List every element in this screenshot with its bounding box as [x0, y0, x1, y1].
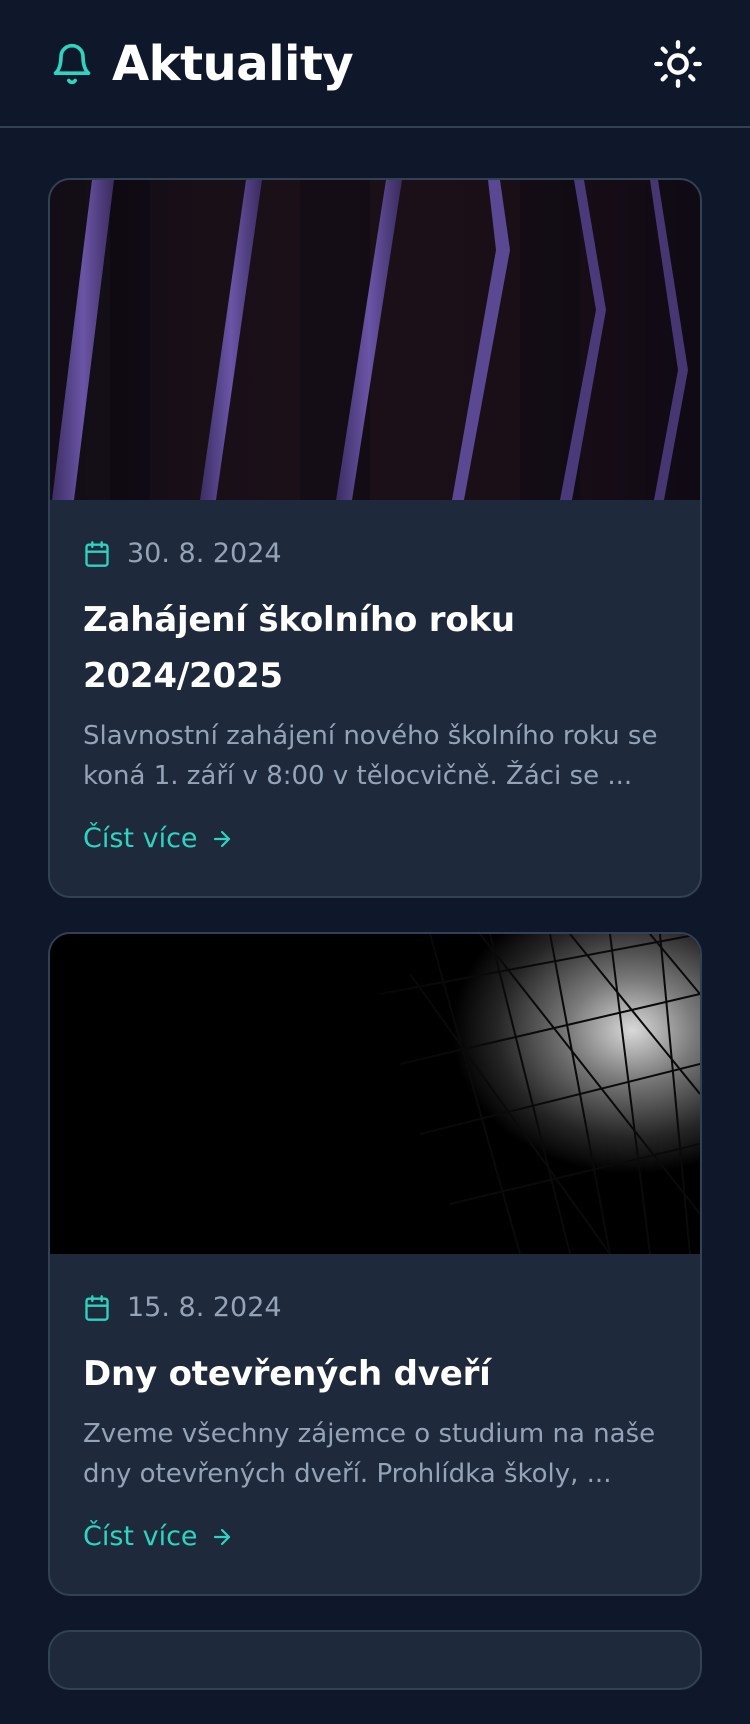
- news-excerpt: Slavnostní zahájení nového školního roku…: [83, 721, 658, 791]
- news-card[interactable]: 15. 8. 2024 Dny otevřených dveří Zveme v…: [48, 932, 702, 1596]
- read-more-link[interactable]: Číst více: [83, 1516, 234, 1558]
- arrow-right-icon: [213, 1528, 230, 1546]
- calendar-icon: [85, 541, 109, 567]
- news-card[interactable]: 30. 8. 2024 Zahájení školního roku 2024/…: [48, 178, 702, 898]
- news-card-body: 15. 8. 2024 Dny otevřených dveří Zveme v…: [50, 1254, 700, 1594]
- news-feed: 30. 8. 2024 Zahájení školního roku 2024/…: [48, 178, 702, 1724]
- news-card[interactable]: [48, 1630, 702, 1690]
- news-title[interactable]: Dny otevřených dveří: [83, 1346, 667, 1402]
- news-date: 30. 8. 2024: [127, 538, 282, 569]
- app-header: Aktuality: [0, 0, 750, 128]
- bell-icon: [53, 43, 91, 85]
- date-row: 15. 8. 2024: [83, 1288, 667, 1328]
- news-title[interactable]: Zahájení školního roku 2024/2025: [83, 592, 667, 704]
- news-image[interactable]: [50, 934, 700, 1254]
- news-date: 15. 8. 2024: [127, 1292, 282, 1323]
- theme-toggle-button[interactable]: [652, 38, 704, 90]
- calendar-icon: [85, 1295, 109, 1321]
- news-card-body: 30. 8. 2024 Zahájení školního roku 2024/…: [50, 500, 700, 896]
- read-more-label: Číst více: [83, 823, 198, 854]
- sun-icon: [654, 40, 702, 88]
- page-title: Aktuality: [112, 36, 354, 92]
- news-image[interactable]: [50, 180, 700, 500]
- read-more-link[interactable]: Číst více: [83, 818, 234, 860]
- date-row: 30. 8. 2024: [83, 534, 667, 574]
- read-more-label: Číst více: [83, 1521, 198, 1552]
- arrow-right-icon: [213, 830, 230, 848]
- news-excerpt: Zveme všechny zájemce o studium na naše …: [83, 1419, 656, 1489]
